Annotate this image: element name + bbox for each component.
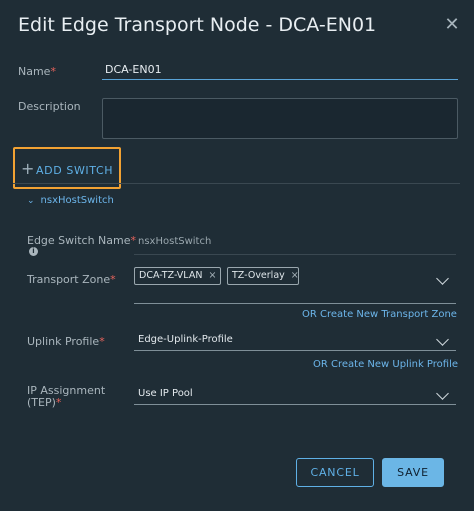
description-label: Description (18, 100, 81, 113)
edit-transport-node-dialog: Edit Edge Transport Node - DCA-EN01 ✕ Na… (0, 0, 474, 511)
create-uplink-profile-link[interactable]: OR Create New Uplink Profile (313, 359, 458, 370)
create-transport-zone-link[interactable]: OR Create New Transport Zone (302, 309, 457, 320)
name-input[interactable] (102, 60, 458, 80)
transport-zone-chip: DCA-TZ-VLAN × (134, 267, 221, 285)
ip-assignment-label: IP Assignment (TEP)* (27, 384, 106, 409)
transport-zone-label: Transport Zone* (27, 273, 116, 286)
dialog-title: Edit Edge Transport Node - DCA-EN01 (18, 14, 377, 36)
description-input[interactable] (102, 98, 458, 139)
chevron-down-icon (436, 387, 449, 400)
ip-assignment-value: Use IP Pool (138, 388, 193, 399)
edge-switch-name-label: Edge Switch Name* (27, 234, 136, 247)
plus-icon: + (21, 159, 35, 178)
switch-section-toggle[interactable]: ⌄ nsxHostSwitch (27, 195, 114, 206)
cancel-button[interactable]: CANCEL (296, 458, 374, 487)
uplink-profile-select[interactable]: Edge-Uplink-Profile (134, 331, 456, 351)
edge-switch-name-underline (134, 254, 456, 255)
chip-remove-icon[interactable]: × (291, 270, 299, 281)
uplink-profile-label: Uplink Profile* (27, 335, 105, 348)
name-label: Name* (18, 65, 56, 78)
ip-assignment-select[interactable]: Use IP Pool (134, 385, 456, 405)
section-divider (13, 183, 460, 184)
info-icon[interactable]: i (29, 247, 38, 256)
chevron-down-icon[interactable] (436, 272, 449, 285)
uplink-profile-value: Edge-Uplink-Profile (138, 334, 233, 345)
transport-zone-multiselect[interactable]: DCA-TZ-VLAN × TZ-Overlay × (134, 264, 456, 304)
save-button[interactable]: SAVE (382, 458, 444, 487)
chevron-down-icon (436, 333, 449, 346)
close-icon[interactable]: ✕ (444, 16, 460, 34)
chip-remove-icon[interactable]: × (208, 270, 216, 281)
add-switch-label: ADD SWITCH (36, 164, 114, 177)
switch-section-title: nsxHostSwitch (40, 195, 114, 206)
transport-zone-chip: TZ-Overlay × (227, 267, 299, 285)
chevron-down-icon: ⌄ (27, 196, 35, 206)
edge-switch-name-value: nsxHostSwitch (138, 236, 212, 247)
